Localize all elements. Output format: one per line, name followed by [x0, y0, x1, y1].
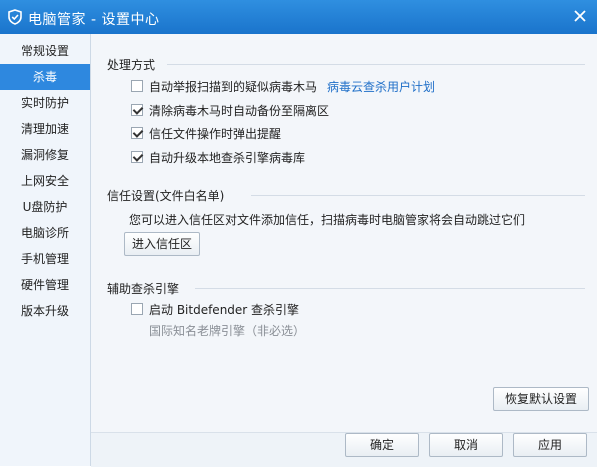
enter-trust-zone-button[interactable]: 进入信任区	[124, 232, 200, 256]
settings-content: 处理方式 自动举报扫描到的疑似病毒木马 病毒云查杀用户计划 清除病毒木马时自动备份…	[91, 34, 597, 432]
title-bar: 电脑管家 - 设置中心	[0, 0, 597, 34]
bitdefender-label: 启动 Bitdefender 查杀引擎	[149, 303, 300, 317]
sidebar-item-internet-security[interactable]: 上网安全	[0, 168, 90, 194]
apply-button[interactable]: 应用	[513, 433, 587, 457]
section-title-trust: 信任设置(文件白名单)	[107, 189, 225, 203]
dialog-footer: 确定 取消 应用	[91, 432, 597, 467]
sidebar-item-cleanup[interactable]: 清理加速	[0, 116, 90, 142]
section-divider	[167, 64, 585, 65]
auto-backup-label: 清除病毒木马时自动备份至隔离区	[149, 104, 330, 118]
restore-defaults-button[interactable]: 恢复默认设置	[493, 387, 589, 411]
auto-upgrade-engine-label: 自动升级本地查杀引擎病毒库	[149, 151, 306, 165]
trust-reminder-label: 信任文件操作时弹出提醒	[149, 127, 282, 141]
sidebar-item-antivirus[interactable]: 杀毒	[0, 64, 90, 90]
sidebar-item-phone-management[interactable]: 手机管理	[0, 246, 90, 272]
auto-report-checkbox[interactable]	[131, 80, 143, 92]
ok-button[interactable]: 确定	[345, 433, 419, 457]
section-divider	[195, 288, 585, 289]
section-divider	[251, 195, 585, 196]
settings-window: 电脑管家 - 设置中心 常规设置 杀毒 实时防护 清理加速 漏洞修复 上网安全 …	[0, 0, 597, 467]
settings-sidebar: 常规设置 杀毒 实时防护 清理加速 漏洞修复 上网安全 U盘防护 电脑诊所 手机…	[0, 34, 91, 466]
auto-report-label: 自动举报扫描到的疑似病毒木马	[149, 80, 318, 94]
sidebar-item-realtime-protection[interactable]: 实时防护	[0, 90, 90, 116]
cloud-plan-link[interactable]: 病毒云查杀用户计划	[327, 80, 435, 94]
sidebar-item-general[interactable]: 常规设置	[0, 38, 90, 64]
bitdefender-note: 国际知名老牌引擎（非必选）	[149, 324, 306, 338]
section-title-engine: 辅助查杀引擎	[107, 282, 180, 296]
trust-reminder-checkbox[interactable]	[131, 127, 143, 139]
sidebar-item-version-upgrade[interactable]: 版本升级	[0, 298, 90, 324]
sidebar-item-pc-clinic[interactable]: 电脑诊所	[0, 220, 90, 246]
cancel-button[interactable]: 取消	[429, 433, 503, 457]
section-title-handling: 处理方式	[107, 58, 156, 72]
sidebar-item-vulnerability-fix[interactable]: 漏洞修复	[0, 142, 90, 168]
sidebar-item-hardware-management[interactable]: 硬件管理	[0, 272, 90, 298]
auto-backup-checkbox[interactable]	[131, 104, 143, 116]
sidebar-item-usb-protection[interactable]: U盘防护	[0, 194, 90, 220]
shield-logo-icon	[8, 9, 22, 25]
trust-description: 您可以进入信任区对文件添加信任，扫描病毒时电脑管家将会自动跳过它们	[129, 213, 526, 227]
bitdefender-checkbox[interactable]	[131, 303, 143, 315]
auto-upgrade-engine-checkbox[interactable]	[131, 151, 143, 163]
close-icon[interactable]	[571, 7, 589, 25]
window-title: 电脑管家 - 设置中心	[28, 12, 160, 28]
